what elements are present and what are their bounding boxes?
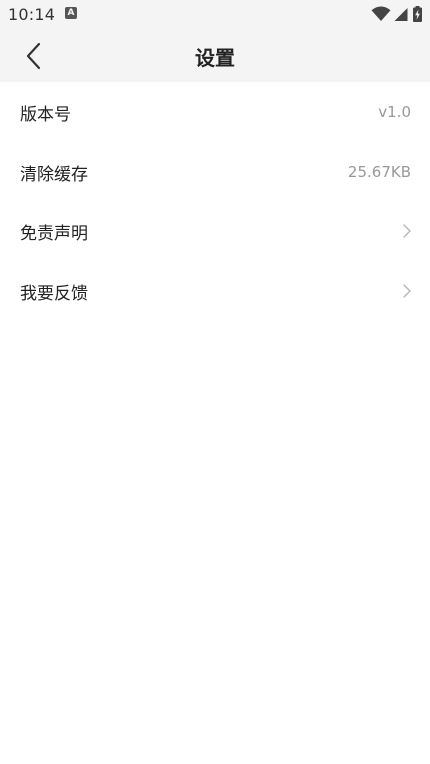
settings-item-feedback[interactable]: 我要反馈 [0, 261, 430, 321]
wifi-icon [371, 6, 391, 22]
battery-charging-icon [413, 6, 422, 22]
settings-item-label: 免责声明 [20, 224, 88, 244]
settings-item-label: 我要反馈 [20, 283, 88, 304]
settings-item-clear-cache[interactable]: 清除缓存 25.67KB [0, 142, 430, 202]
input-method-icon: A [65, 7, 77, 19]
version-value: v1.0 [378, 103, 411, 121]
settings-item-label: 版本号 [20, 105, 71, 125]
status-bar: 10:14 A [0, 0, 430, 28]
status-icons [371, 6, 422, 22]
settings-item-disclaimer[interactable]: 免责声明 [0, 201, 430, 261]
chevron-right-icon [403, 224, 411, 238]
chevron-right-icon [403, 283, 411, 298]
settings-list: 版本号 v1.0 清除缓存 25.67KB 免责声明 我要反馈 [0, 82, 430, 320]
page-title: 设置 [195, 46, 235, 70]
status-time: 10:14 [8, 5, 56, 24]
header-area: 10:14 A 设置 [0, 0, 430, 82]
cellular-signal-icon [394, 6, 408, 22]
cache-size-value: 25.67KB [347, 162, 411, 181]
settings-item-label: 清除缓存 [20, 164, 88, 185]
settings-item-version[interactable]: 版本号 v1.0 [0, 82, 430, 142]
nav-bar: 设置 [0, 28, 430, 82]
